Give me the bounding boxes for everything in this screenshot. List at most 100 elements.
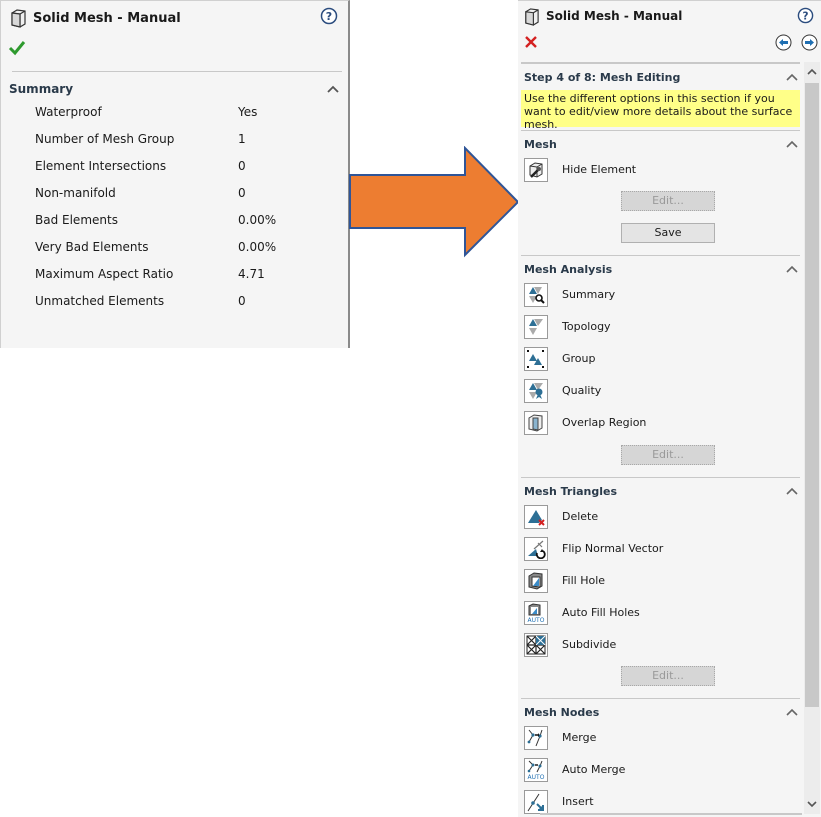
tool-label: Auto Merge [562, 763, 626, 776]
tool-label: Subdivide [562, 638, 617, 651]
chevron-up-icon[interactable] [786, 708, 798, 717]
summary-icon [524, 283, 548, 307]
summary-tool[interactable]: Summary [524, 283, 784, 307]
mesh-triangles-section-title: Mesh Triangles [524, 485, 618, 498]
arrow-right-icon[interactable] [801, 34, 818, 51]
divider [521, 62, 800, 64]
divider [521, 255, 800, 256]
insert-node-icon [524, 790, 548, 814]
summary-value: 0 [238, 159, 246, 173]
overlap-region-tool[interactable]: Overlap Region [524, 411, 784, 435]
tool-label: Delete [562, 510, 599, 523]
save-button[interactable]: Save [621, 223, 715, 243]
auto-merge-icon: AUTO [524, 758, 548, 782]
panel-title: Solid Mesh - Manual [33, 10, 181, 26]
tool-label: Group [562, 352, 596, 365]
chevron-up-icon[interactable] [786, 487, 798, 496]
analysis-edit-button[interactable]: Edit... [621, 445, 715, 465]
chevron-up-icon[interactable] [326, 84, 340, 94]
mesh-editing-property-panel: Solid Mesh - Manual ? Step 4 of 8: Mesh … [518, 0, 821, 817]
tool-label: Summary [562, 288, 616, 301]
arrow-shape [349, 146, 520, 258]
checkmark-icon[interactable] [8, 39, 26, 57]
overlap-region-icon [524, 411, 548, 435]
group-icon [524, 347, 548, 371]
summary-label: Very Bad Elements [35, 240, 149, 254]
summary-value: Yes [238, 105, 258, 119]
fill-hole-icon [524, 569, 548, 593]
auto-fill-holes-tool[interactable]: AUTO Auto Fill Holes [524, 601, 784, 625]
subdivide-tool[interactable]: Subdivide [524, 633, 784, 657]
tool-label: Hide Element [562, 163, 637, 176]
merge-icon [524, 726, 548, 750]
close-icon[interactable] [523, 34, 539, 50]
panel-header: Solid Mesh - Manual ? [523, 6, 816, 26]
divider [540, 813, 802, 815]
mesh-analysis-section-title: Mesh Analysis [524, 263, 613, 276]
quality-tool[interactable]: Quality [524, 379, 784, 403]
group-tool[interactable]: Group [524, 347, 784, 371]
summary-label: Waterproof [35, 105, 102, 119]
chevron-up-icon[interactable] [786, 265, 798, 274]
summary-section-title: Summary [9, 82, 74, 96]
delete-tool[interactable]: Delete [524, 505, 784, 529]
summary-label: Element Intersections [35, 159, 167, 173]
topology-icon [524, 315, 548, 339]
tool-label: Overlap Region [562, 416, 647, 429]
flip-normal-icon [524, 537, 548, 561]
tool-label: Topology [562, 320, 611, 333]
tool-label: Quality [562, 384, 602, 397]
topology-tool[interactable]: Topology [524, 315, 784, 339]
scroll-up-icon[interactable] [804, 63, 820, 81]
mesh-section-title: Mesh [524, 138, 557, 151]
summary-property-panel: Solid Mesh - Manual ? Summary Waterproof… [0, 0, 350, 348]
scrollbar-thumb[interactable] [805, 83, 819, 707]
tool-label: Merge [562, 731, 597, 744]
help-icon[interactable]: ? [320, 7, 338, 25]
summary-value: 0 [238, 186, 246, 200]
tool-label: Auto Fill Holes [562, 606, 640, 619]
chevron-up-icon[interactable] [786, 140, 798, 149]
svg-text:AUTO: AUTO [528, 774, 545, 780]
auto-fill-holes-icon: AUTO [524, 601, 548, 625]
fill-hole-tool[interactable]: Fill Hole [524, 569, 784, 593]
summary-label: Non-manifold [35, 186, 116, 200]
divider [521, 477, 800, 478]
summary-value: 4.71 [238, 267, 265, 281]
triangles-edit-button[interactable]: Edit... [621, 666, 715, 686]
summary-label: Unmatched Elements [35, 294, 165, 308]
quality-icon [524, 379, 548, 403]
help-icon[interactable]: ? [797, 7, 814, 24]
tool-label: Insert [562, 795, 594, 808]
summary-value: 0.00% [238, 213, 277, 227]
delete-triangle-icon [524, 505, 548, 529]
insert-node-tool[interactable]: Insert [524, 790, 784, 814]
summary-value: 0 [238, 294, 246, 308]
summary-label: Maximum Aspect Ratio [35, 267, 174, 281]
merge-tool[interactable]: Merge [524, 726, 784, 750]
hide-element-tool[interactable]: Hide Element [524, 158, 784, 182]
auto-merge-tool[interactable]: AUTO Auto Merge [524, 758, 784, 782]
svg-text:?: ? [326, 10, 332, 23]
panel-title: Solid Mesh - Manual [546, 9, 683, 23]
summary-value: 1 [238, 132, 246, 146]
step-message: Use the different options in this sectio… [521, 90, 800, 131]
flip-normal-vector-tool[interactable]: Flip Normal Vector [524, 537, 784, 561]
divider [521, 698, 800, 699]
subdivide-icon [524, 633, 548, 657]
summary-label: Bad Elements [35, 213, 118, 227]
chevron-up-icon[interactable] [786, 73, 798, 82]
tool-label: Flip Normal Vector [562, 542, 664, 555]
step-title: Step 4 of 8: Mesh Editing [524, 71, 681, 84]
solid-part-icon [11, 9, 26, 28]
solid-part-icon [525, 7, 539, 26]
tool-label: Fill Hole [562, 574, 606, 587]
summary-value: 0.00% [238, 240, 277, 254]
hide-element-icon [524, 158, 548, 182]
mesh-nodes-section-title: Mesh Nodes [524, 706, 600, 719]
arrow-left-icon[interactable] [775, 34, 792, 51]
mesh-edit-button[interactable]: Edit... [621, 191, 715, 211]
scroll-down-icon[interactable] [804, 795, 820, 813]
summary-label: Number of Mesh Group [35, 132, 175, 146]
divider [12, 71, 342, 72]
